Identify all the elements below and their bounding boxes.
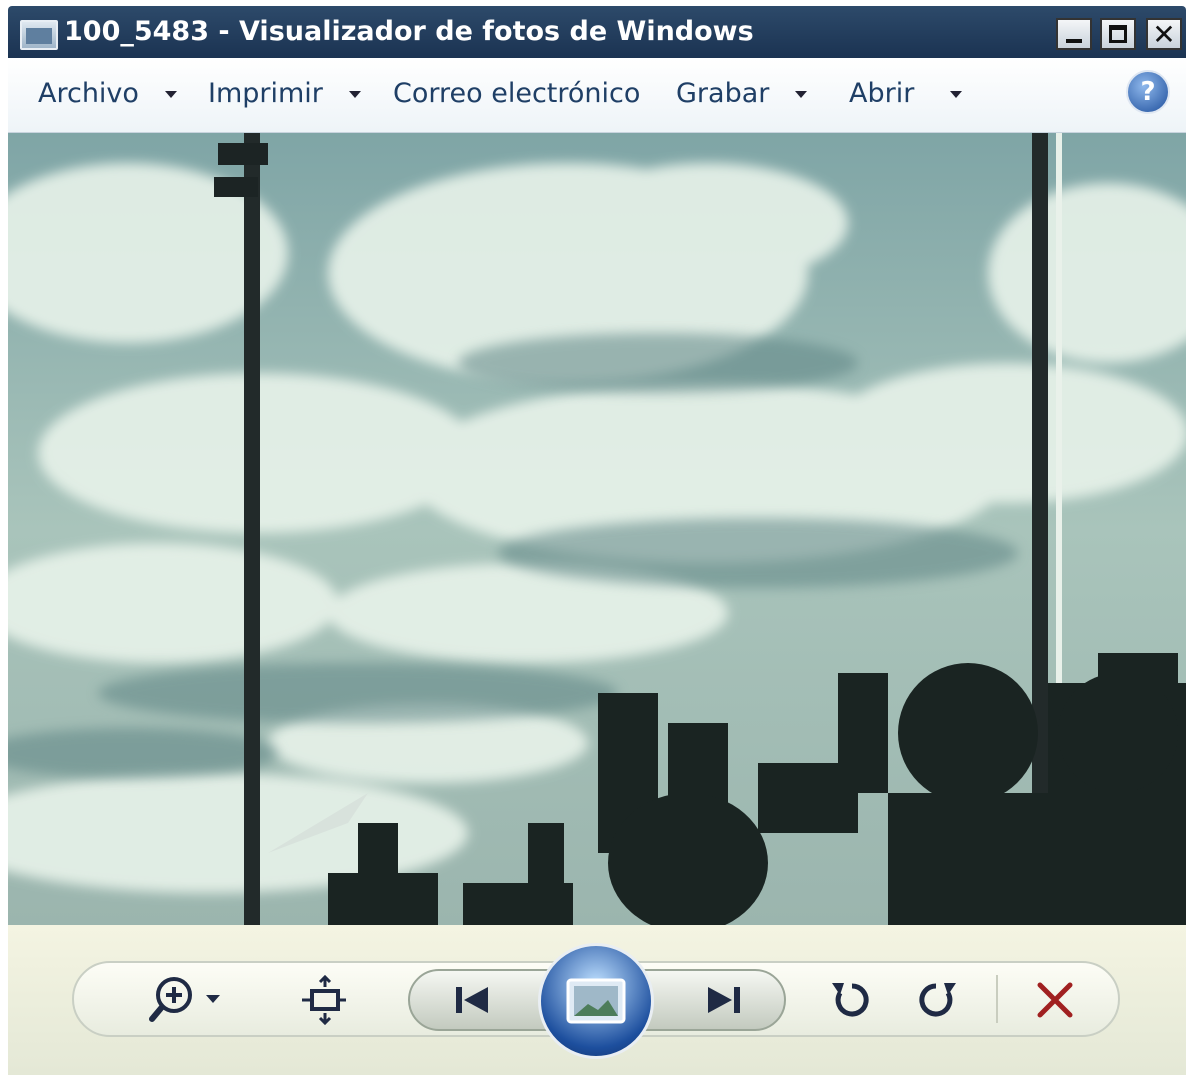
menu-abrir[interactable]: Abrir xyxy=(849,78,963,109)
zoom-in-icon xyxy=(149,977,220,1022)
menu-correo-label: Correo electrónico xyxy=(393,78,641,109)
control-bar xyxy=(8,925,1186,1075)
rotate-right-button[interactable] xyxy=(912,975,962,1025)
slideshow-button[interactable] xyxy=(538,943,654,1059)
menu-archivo-label: Archivo xyxy=(38,78,139,109)
close-icon: ✕ xyxy=(1152,18,1176,51)
zoom-button[interactable] xyxy=(148,973,228,1025)
menu-correo-electronico[interactable]: Correo electrónico xyxy=(393,78,640,109)
minimize-button[interactable] xyxy=(1056,18,1092,50)
chevron-down-icon xyxy=(348,91,361,98)
menu-grabar[interactable]: Grabar xyxy=(676,78,808,109)
previous-button[interactable] xyxy=(448,975,498,1025)
actual-size-icon xyxy=(302,975,346,1025)
delete-button[interactable] xyxy=(1030,975,1080,1025)
close-button[interactable]: ✕ xyxy=(1146,18,1182,51)
chevron-down-icon xyxy=(164,91,177,98)
menu-grabar-label: Grabar xyxy=(676,78,770,109)
rotate-left-button[interactable] xyxy=(826,975,876,1025)
photo-image xyxy=(8,133,1186,925)
menu-imprimir-label: Imprimir xyxy=(208,78,323,109)
actual-size-button[interactable] xyxy=(300,975,350,1025)
window-title: 100_5483 - Visualizador de fotos de Wind… xyxy=(64,16,754,47)
photo-viewer-icon xyxy=(20,20,58,50)
chevron-down-icon xyxy=(795,91,808,98)
menu-bar: Archivo Imprimir Correo electrónico Grab… xyxy=(8,58,1186,133)
slideshow-icon xyxy=(566,978,626,1024)
previous-icon xyxy=(456,987,488,1013)
next-button[interactable] xyxy=(698,975,748,1025)
chevron-down-icon xyxy=(950,91,963,98)
menu-abrir-label: Abrir xyxy=(849,78,915,109)
title-bar: 100_5483 - Visualizador de fotos de Wind… xyxy=(8,6,1186,58)
rotate-left-icon xyxy=(832,983,869,1017)
rotate-right-icon xyxy=(919,983,956,1017)
help-icon[interactable]: ? xyxy=(1126,70,1170,114)
toolbar-separator xyxy=(996,975,998,1023)
delete-icon xyxy=(1037,982,1073,1018)
photo-canvas xyxy=(8,133,1186,925)
menu-imprimir[interactable]: Imprimir xyxy=(208,78,361,109)
maximize-button[interactable] xyxy=(1100,18,1136,50)
menu-archivo[interactable]: Archivo xyxy=(38,78,177,109)
next-icon xyxy=(708,987,740,1013)
